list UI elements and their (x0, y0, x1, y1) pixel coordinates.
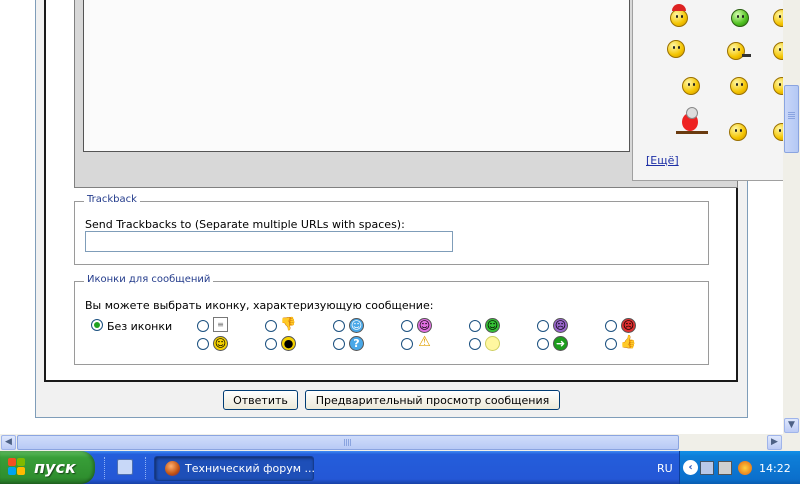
icon-radio-pink-smiley[interactable] (401, 320, 413, 332)
icon-radio-purple-frown[interactable] (537, 320, 549, 332)
cool-icon: ● (281, 336, 296, 351)
scroll-right-arrow-icon[interactable]: ▶ (767, 435, 782, 450)
scroll-left-arrow-icon[interactable]: ◀ (1, 435, 16, 450)
scroll-grip-icon (788, 112, 795, 113)
start-label: пуск (34, 458, 76, 477)
santa-smiley-icon[interactable] (670, 4, 688, 27)
trackback-legend: Trackback (84, 194, 140, 205)
trackback-input[interactable] (85, 231, 453, 252)
wink-icon: ☺ (349, 318, 364, 333)
quicklaunch-separator (104, 457, 107, 479)
volume-icon[interactable] (718, 461, 732, 475)
arrow-icon: ➜ (553, 336, 568, 351)
icon-radio-cool[interactable] (265, 338, 277, 350)
smoking-smiley-icon[interactable] (727, 42, 751, 60)
parrot-icon[interactable] (676, 107, 708, 137)
icon-radio-arrow[interactable] (537, 338, 549, 350)
trackback-label: Send Trackbacks to (Separate multiple UR… (85, 218, 405, 231)
message-textarea[interactable] (83, 0, 630, 152)
taskbar-window-label: Технический форум ... (185, 462, 316, 475)
purple-frown-icon: ☹ (553, 318, 568, 333)
preview-button[interactable]: Предварительный просмотр сообщения (305, 390, 560, 410)
thumbs-up-icon: 👍 (620, 335, 637, 350)
horizontal-scroll-thumb[interactable] (17, 435, 679, 450)
show-desktop-icon[interactable] (117, 459, 133, 475)
icon-radio-wink[interactable] (333, 320, 345, 332)
no-icon-radio[interactable] (91, 319, 103, 331)
clock[interactable]: 14:22 (759, 462, 791, 475)
language-indicator[interactable]: RU (657, 462, 673, 475)
icon-radio-grin[interactable] (469, 320, 481, 332)
green-smiley-icon[interactable] (731, 9, 749, 27)
network-icon[interactable] (700, 461, 714, 475)
waving-smiley-icon[interactable] (667, 40, 685, 58)
smiley-icon[interactable] (730, 77, 748, 95)
vertical-scrollbar[interactable] (783, 0, 800, 434)
reply-button[interactable]: Ответить (223, 390, 298, 410)
post-icons-legend: Иконки для сообщений (84, 274, 214, 285)
firefox-icon (165, 461, 180, 476)
tray-expand-icon[interactable]: ‹ (683, 460, 698, 475)
quicklaunch-separator (145, 457, 148, 479)
thumbs-down-icon: 👎 (280, 317, 297, 332)
angry-smiley-icon[interactable] (729, 123, 747, 141)
no-icon-label: Без иконки (107, 320, 173, 333)
nurse-smiley-icon[interactable] (682, 77, 700, 95)
question-icon: ? (349, 336, 364, 351)
scroll-grip-icon (344, 439, 345, 446)
more-smilies-link[interactable]: [Ещё] (646, 154, 679, 167)
grin-icon: ☺ (485, 318, 500, 333)
icon-radio-warning[interactable] (401, 338, 413, 350)
windows-flag-icon (8, 458, 26, 476)
icon-radio-angry[interactable] (605, 320, 617, 332)
vertical-scroll-thumb[interactable] (784, 85, 799, 153)
document-icon: ≡ (213, 317, 228, 332)
icon-radio-thumbs-down[interactable] (265, 320, 277, 332)
warning-icon: ⚠ (418, 334, 431, 350)
icon-radio-smile[interactable] (197, 338, 209, 350)
lightbulb-icon (485, 336, 500, 351)
icon-radio-question[interactable] (333, 338, 345, 350)
angry-icon: ☹ (621, 318, 636, 333)
icon-radio-lightbulb[interactable] (469, 338, 481, 350)
scroll-down-arrow-icon[interactable]: ▼ (784, 418, 799, 433)
pink-smiley-icon: ☺ (417, 318, 432, 333)
icon-radio-document[interactable] (197, 320, 209, 332)
smile-icon: ☺ (213, 336, 228, 351)
icon-radio-thumbs-up[interactable] (605, 338, 617, 350)
post-icons-label: Вы можете выбрать иконку, характеризующу… (85, 299, 434, 312)
scrollbar-corner (783, 434, 800, 451)
security-icon[interactable] (738, 461, 752, 475)
